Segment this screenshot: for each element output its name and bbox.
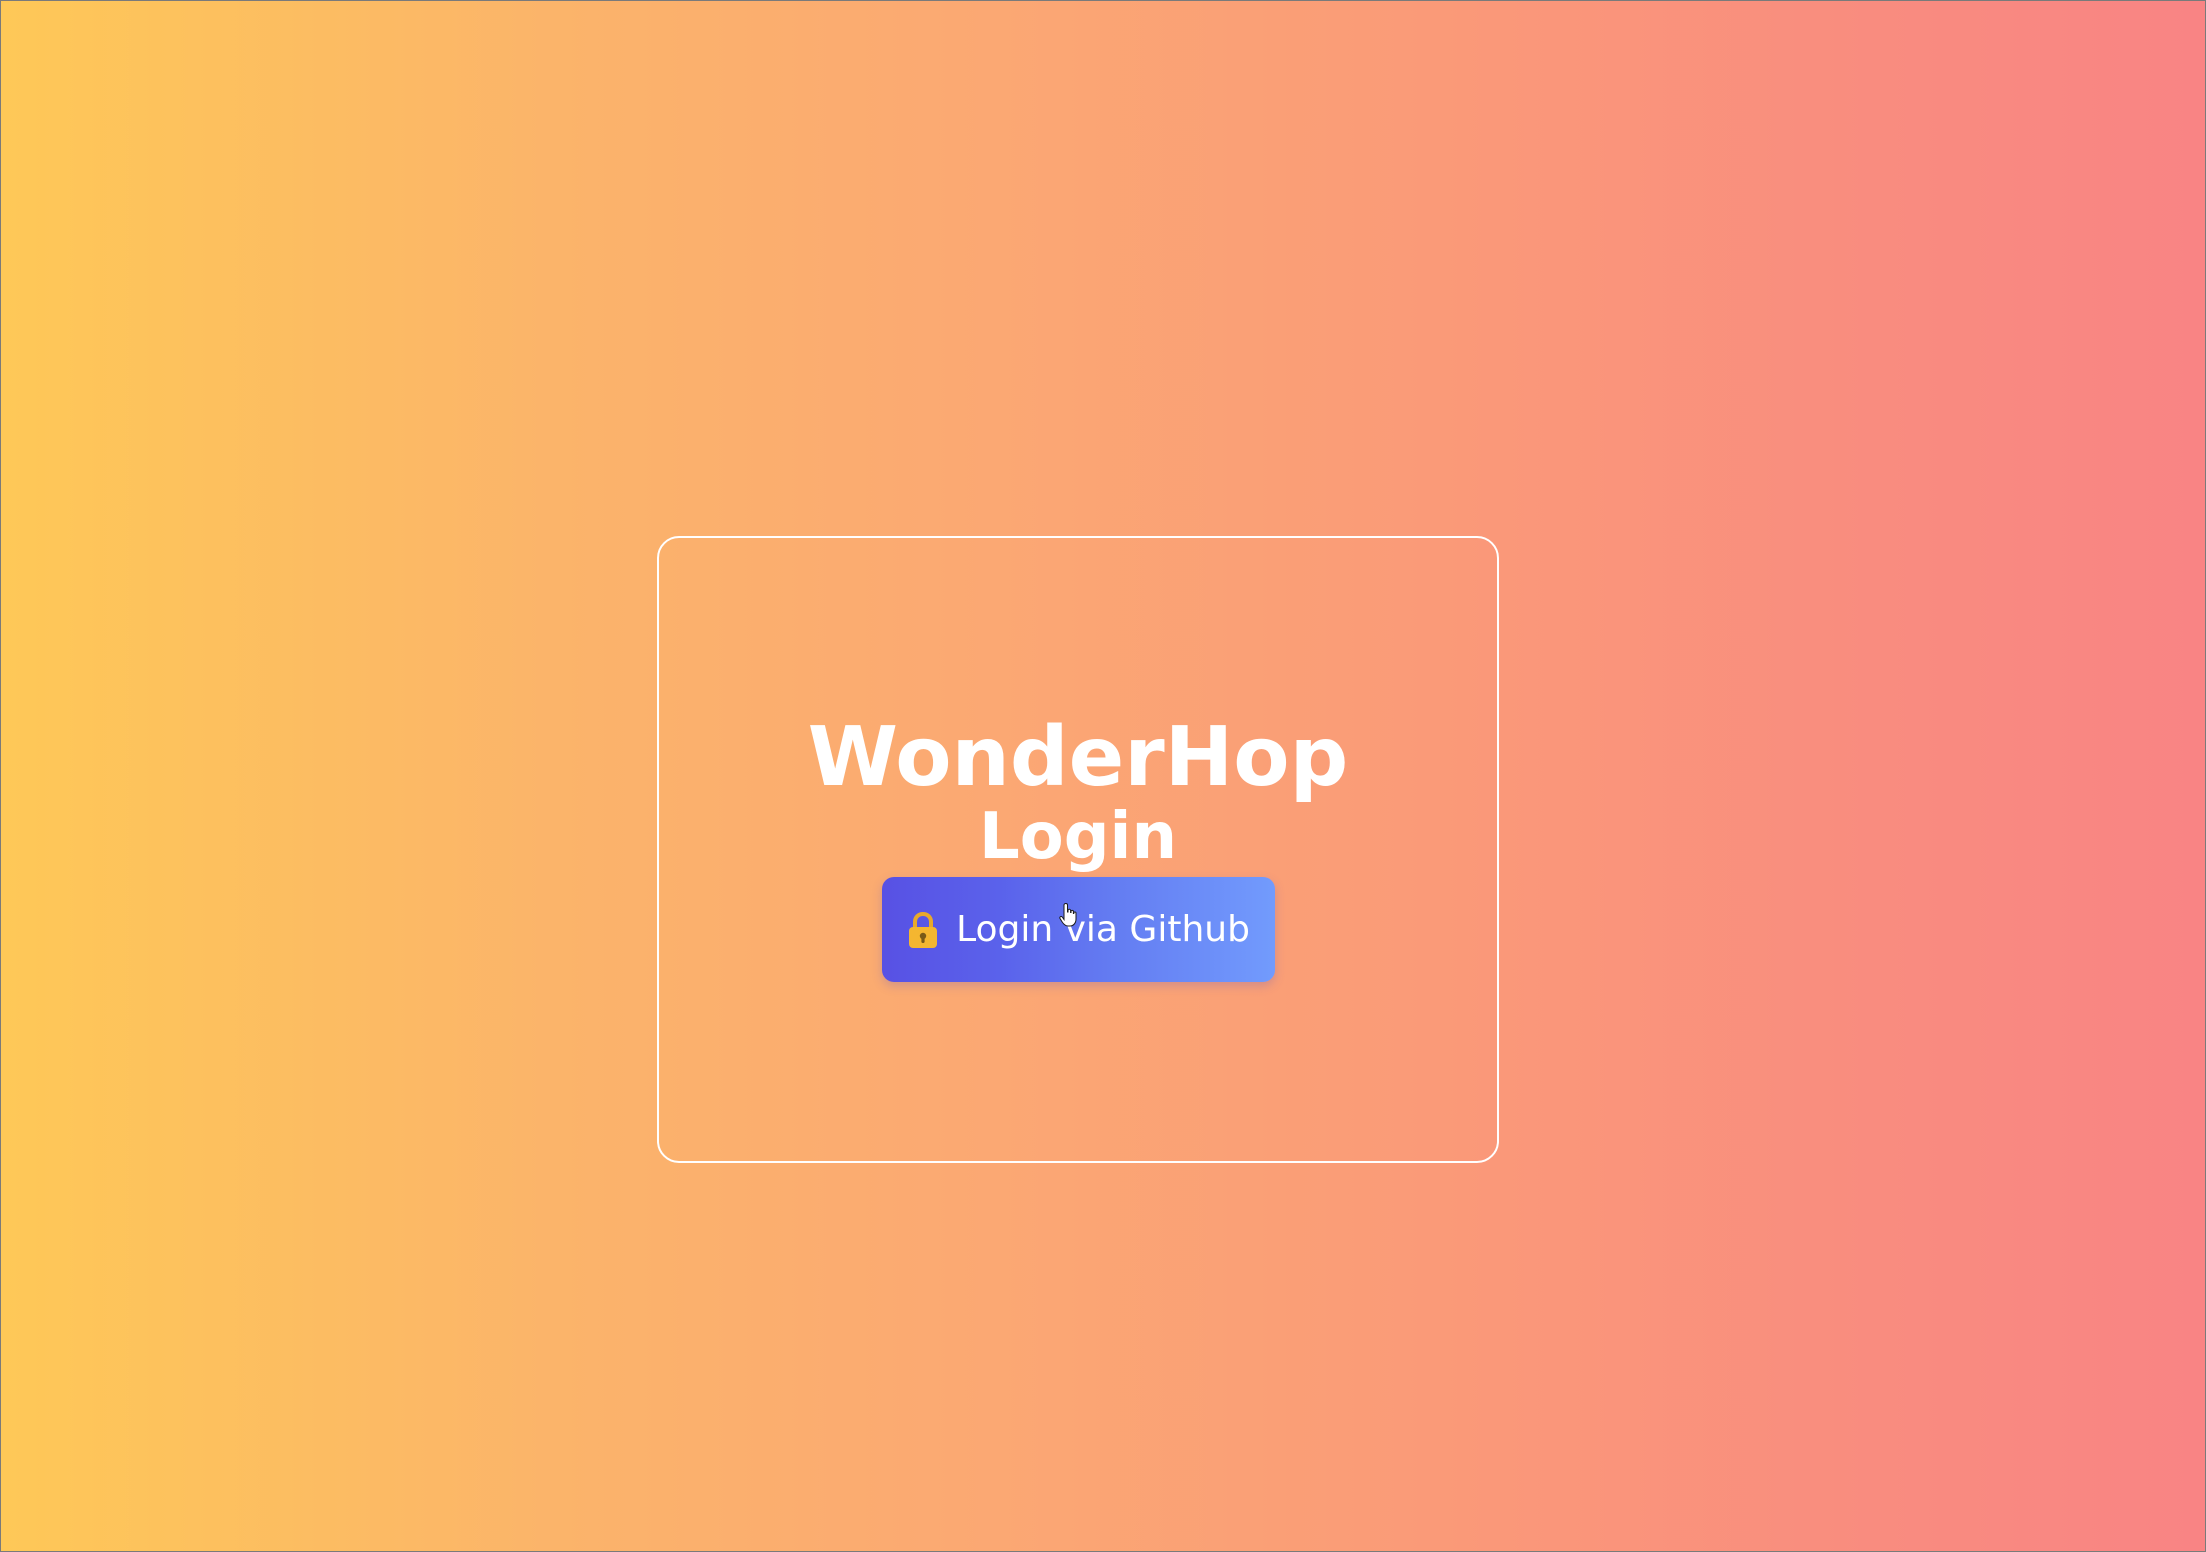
brand-title: WonderHop [807,710,1349,805]
login-page: { "login_card": { "brand": "WonderHop", … [0,0,2206,1552]
github-login-label: Login via Github [956,909,1250,950]
login-card: WonderHop Login Login via Github [657,536,1499,1163]
lock-icon [906,910,940,950]
login-heading: Login [978,800,1178,874]
github-login-button[interactable]: Login via Github [881,877,1275,982]
